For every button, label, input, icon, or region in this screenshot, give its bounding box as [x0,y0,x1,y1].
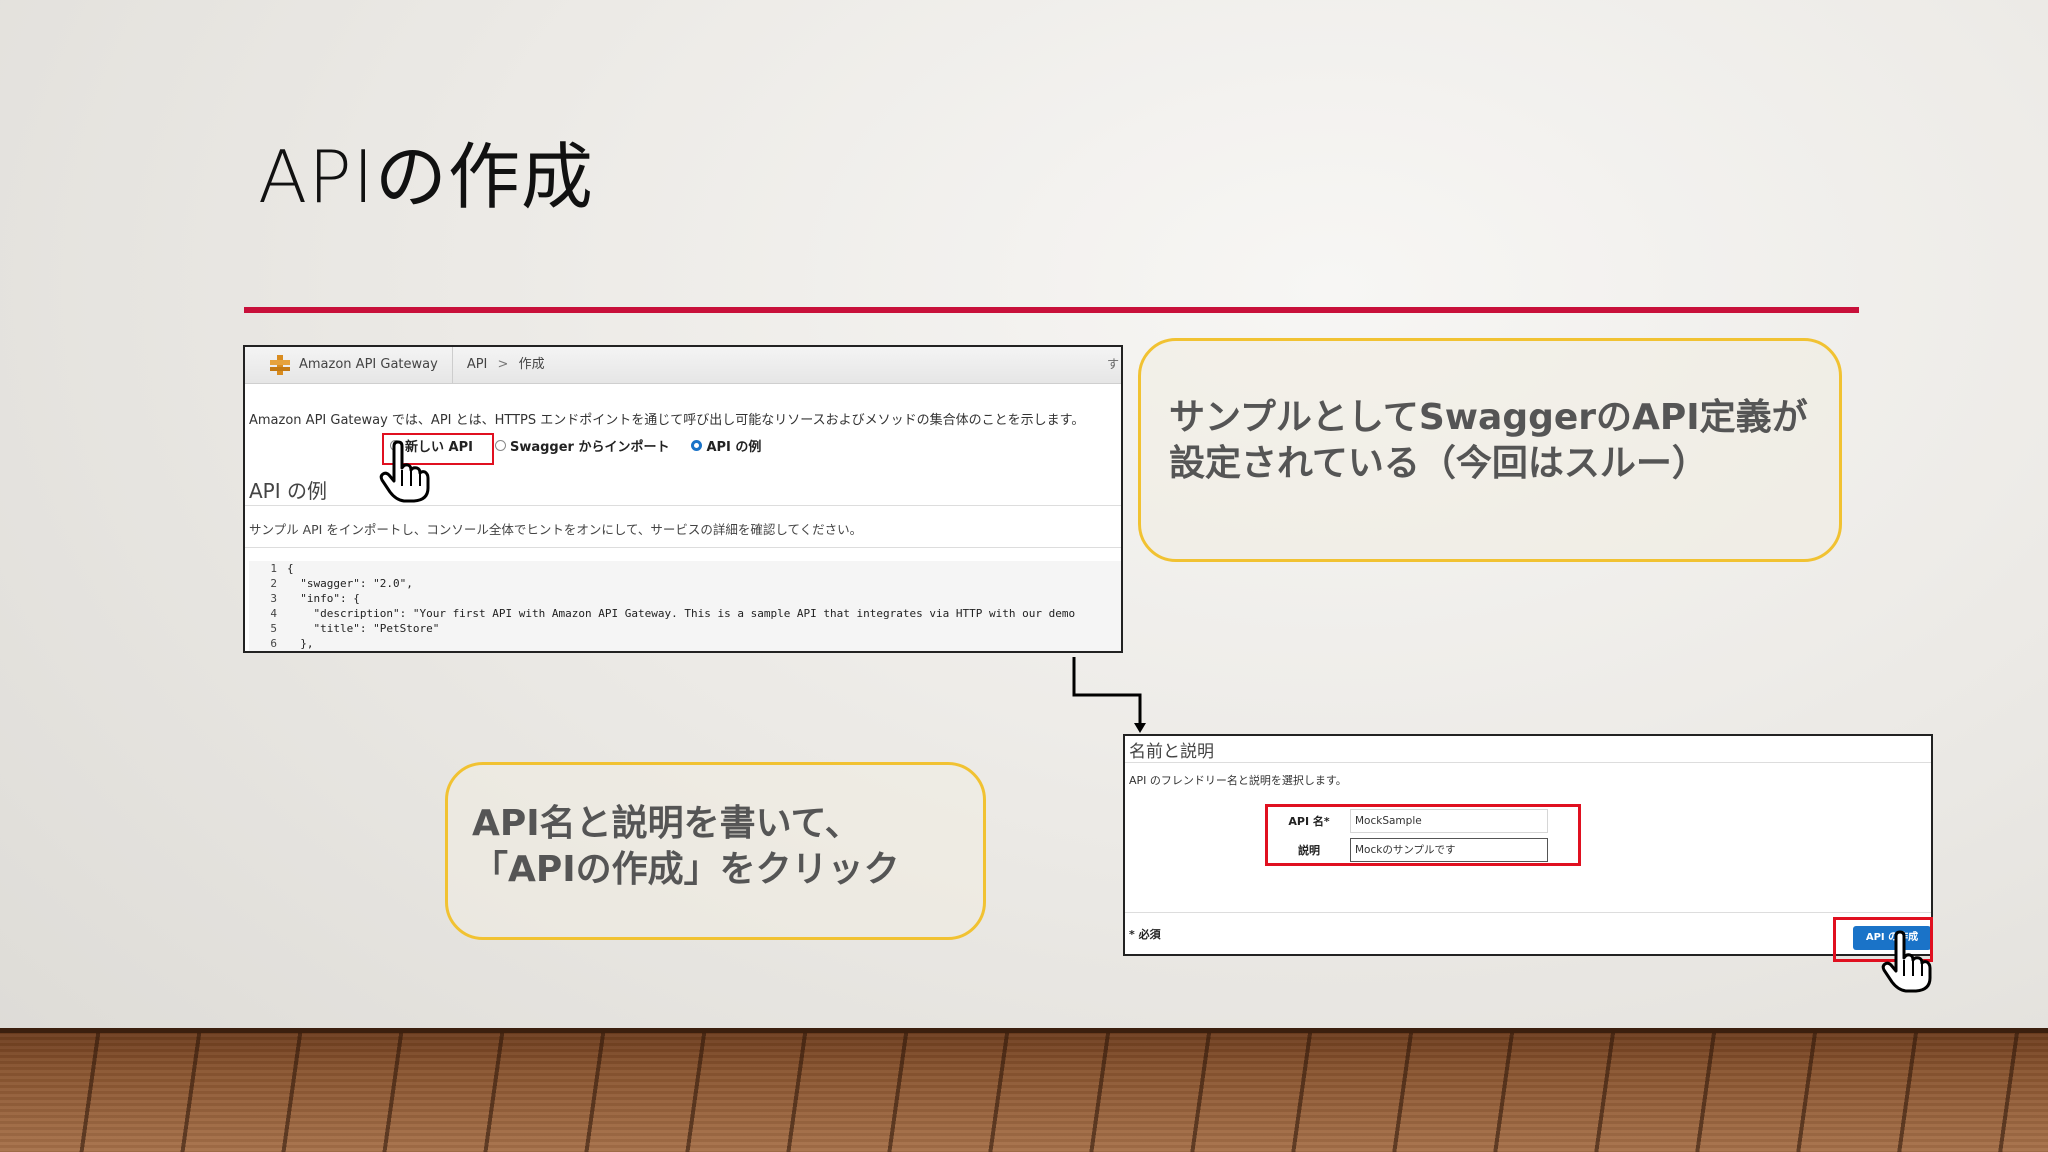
flow-arrow-icon [1072,657,1146,733]
line-number: 4 [270,607,277,620]
create-instruction-callout: API名と説明を書いて、 「APIの作成」をクリック [445,762,986,940]
api-example-heading: API の例 [249,479,327,503]
swagger-code-editor[interactable]: 1{ 2 "swagger": "2.0", 3 "info": { 4 "de… [249,561,1121,651]
console-screenshot-name-description: 名前と説明 API のフレンドリー名と説明を選択します。 API 名* Mock… [1123,734,1933,956]
api-name-label: API 名* [1288,815,1330,828]
section-divider [1125,762,1931,763]
pointer-hand-icon [379,440,430,503]
wood-floor-background [0,1028,2048,1152]
radio-api-example-label: API の例 [706,440,762,455]
breadcrumb-api: API > 作成 [451,347,559,383]
section-divider [245,547,1121,548]
radio-api-example-circle[interactable] [691,440,703,451]
line-number: 6 [270,637,277,650]
slide-title: APIの作成 [258,135,594,219]
code-line: 5 "title": "PetStore" [249,621,1121,636]
breadcrumb-create-label: 作成 [518,357,545,372]
api-description-row: 説明 Mockのサンプルです [1268,838,1548,862]
api-gateway-logo-icon [270,355,290,375]
code-line: 3 "info": { [249,591,1121,606]
api-name-row: API 名* MockSample [1268,809,1548,833]
code-line: 1{ [249,561,1121,576]
code-line: 6 }, [249,636,1121,651]
line-number: 5 [270,622,277,635]
callout-line: サンプルとしてSwaggerのAPI定義が [1169,397,1808,438]
api-name-input[interactable]: MockSample [1350,809,1548,833]
api-description-input[interactable]: Mockのサンプルです [1350,838,1548,862]
code-text: "description": "Your first API with Amaz… [287,607,1076,620]
accent-rule-bar [244,307,1859,313]
radio-swagger-import-circle[interactable] [494,440,506,451]
floor-edge [0,1028,2048,1033]
callout-line: 設定されている（今回はスルー） [1169,443,1708,484]
code-line: 4 "description": "Your first API with Am… [249,606,1121,621]
api-description-label: 説明 [1298,844,1320,857]
code-text: }, [287,637,314,650]
line-number: 3 [270,592,277,605]
console-screenshot-create-api: Amazon API Gateway API > 作成 す Amazon API… [243,345,1123,653]
pointer-hand-icon [1881,930,1932,993]
name-description-text: API のフレンドリー名と説明を選択します。 [1129,774,1347,787]
section-divider [245,505,1121,506]
name-description-heading: 名前と説明 [1129,742,1214,762]
api-intro-text: Amazon API Gateway では、API とは、HTTPS エンドポイ… [249,413,1085,428]
line-number: 1 [270,562,277,575]
code-text: "title": "PetStore" [287,622,440,635]
line-number: 2 [270,577,277,590]
radio-swagger-import-label: Swagger からインポート [509,440,670,455]
form-footer-divider [1125,912,1931,913]
console-breadcrumb-bar: Amazon API Gateway API > 作成 す [245,347,1121,384]
breadcrumb-amazon-api-gateway[interactable]: Amazon API Gateway [299,347,452,383]
callout-line: API名と説明を書いて、 [472,803,861,844]
swagger-note-callout: サンプルとしてSwaggerのAPI定義が 設定されている（今回はスルー） [1138,338,1842,562]
api-example-description: サンプル API をインポートし、コンソール全体でヒントをオンにして、サービスの… [249,522,863,537]
breadcrumb-api-label[interactable]: API [467,357,488,372]
api-form-highlight-box: API 名* MockSample 説明 Mockのサンプルです [1265,804,1581,866]
code-text: "info": { [287,592,360,605]
callout-line: 「APIの作成」をクリック [472,849,900,890]
breadcrumb-separator: > [497,357,509,372]
radio-api-example[interactable]: API の例 [691,436,761,455]
code-text: "swagger": "2.0", [287,577,413,590]
required-note: * 必須 [1129,928,1161,941]
radio-swagger-import[interactable]: Swagger からインポート [494,436,670,455]
code-line: 2 "swagger": "2.0", [249,576,1121,591]
truncated-header-text: す [1106,357,1119,371]
code-text: { [287,562,294,575]
accent-rule [244,307,1859,313]
